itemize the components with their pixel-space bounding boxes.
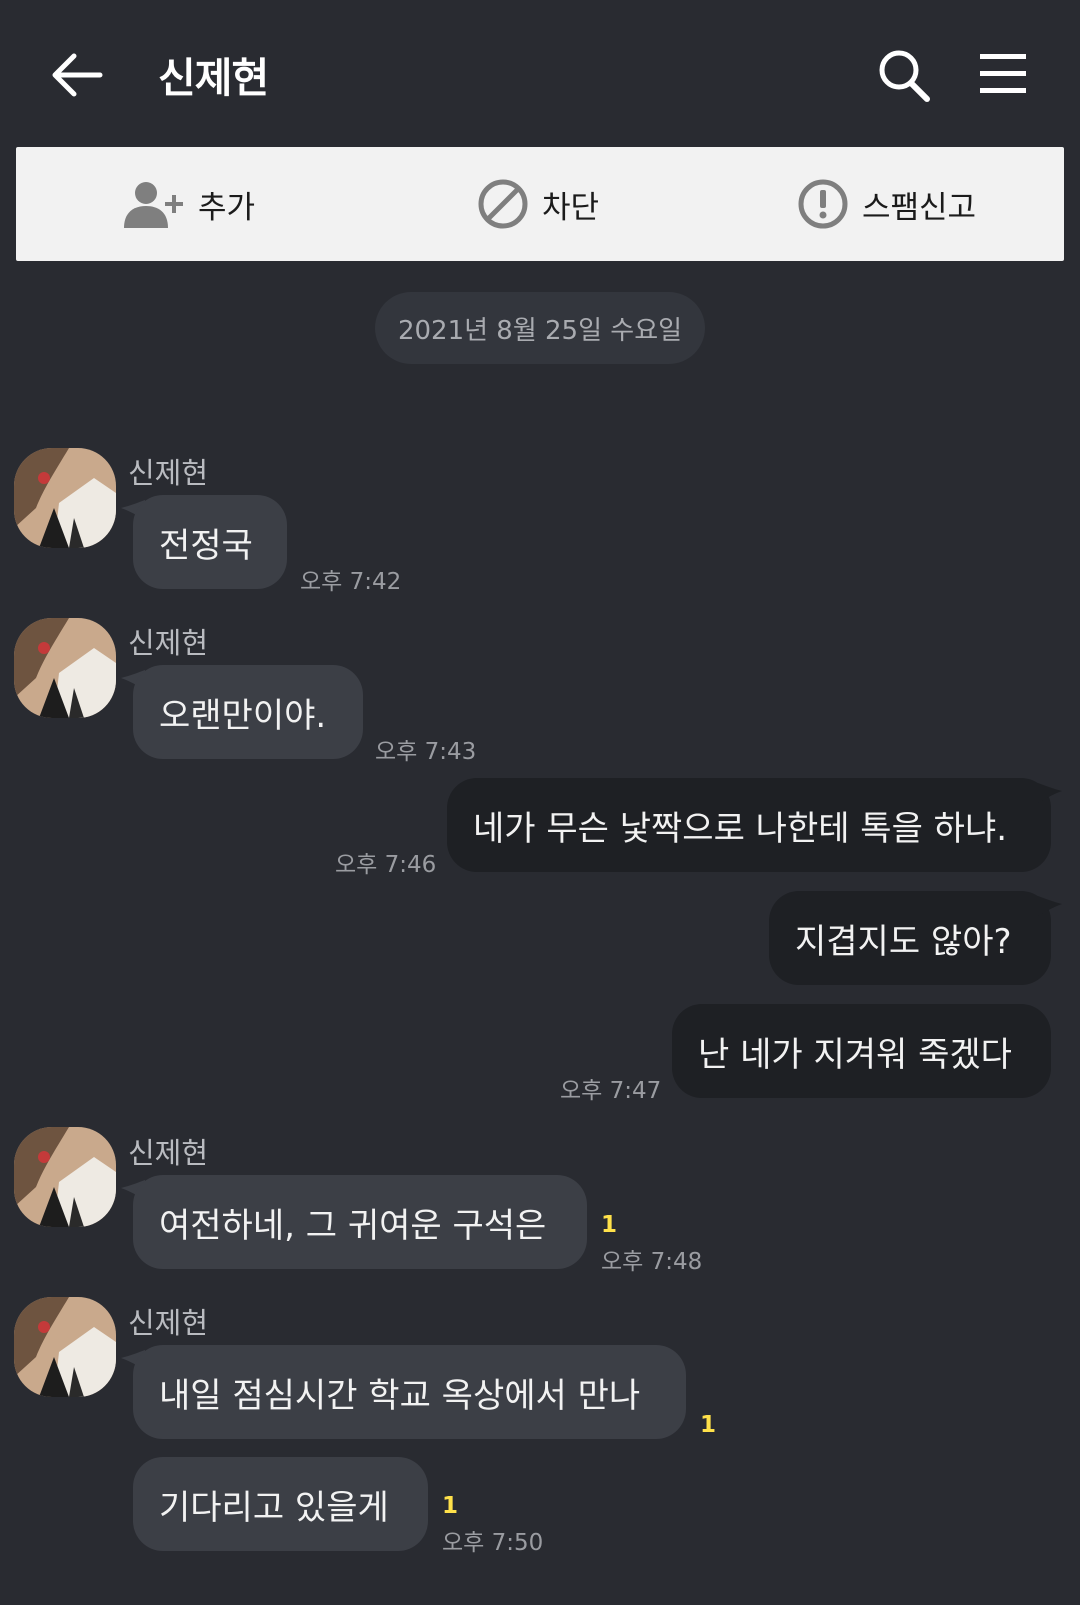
unread-count: 1: [700, 1412, 717, 1438]
arrow-left-icon: [52, 53, 103, 97]
bubble-tail: [1038, 783, 1062, 803]
message-bubble[interactable]: 지겹지도 않아?: [769, 891, 1051, 985]
sender-name: 신제현: [128, 626, 209, 660]
block-button[interactable]: 차단: [476, 147, 599, 261]
add-user-icon: [124, 182, 183, 228]
sender-avatar[interactable]: [14, 1297, 116, 1397]
bubble-tail: [1038, 896, 1062, 916]
menu-button[interactable]: [980, 52, 1028, 96]
sender-avatar[interactable]: [14, 618, 116, 718]
message-bubble[interactable]: 오랜만이야.: [133, 665, 363, 759]
friend-action-bar: 추가 차단 스팸신고: [16, 147, 1064, 261]
unread-count: 1: [601, 1212, 618, 1238]
chat-title: 신제현: [158, 54, 269, 102]
search-button[interactable]: [876, 48, 932, 104]
message-bubble[interactable]: 난 네가 지겨워 죽겠다: [672, 1004, 1051, 1098]
message-bubble[interactable]: 네가 무슨 낯짝으로 나한테 톡을 하냐.: [447, 778, 1051, 872]
sender-avatar[interactable]: [14, 448, 116, 548]
profile-photo: [14, 448, 116, 548]
sender-name: 신제현: [128, 456, 209, 490]
profile-photo: [14, 1127, 116, 1227]
warning-icon: [798, 179, 848, 229]
message-time: 오후 7:46: [335, 852, 437, 878]
profile-photo: [14, 1297, 116, 1397]
profile-photo: [14, 618, 116, 718]
report-spam-button[interactable]: 스팸신고: [796, 147, 976, 261]
message-bubble[interactable]: 기다리고 있을게: [133, 1457, 428, 1551]
sender-name: 신제현: [128, 1306, 209, 1340]
report-spam-label: 스팸신고: [862, 189, 977, 226]
message-time: 오후 7:50: [442, 1530, 544, 1556]
unread-count: 1: [442, 1493, 459, 1519]
block-icon: [478, 179, 528, 229]
back-button[interactable]: [50, 50, 104, 100]
message-bubble[interactable]: 전정국: [133, 495, 287, 589]
message-bubble[interactable]: 내일 점심시간 학교 옥상에서 만나: [133, 1345, 686, 1439]
add-friend-button[interactable]: 추가: [122, 147, 255, 261]
sender-avatar[interactable]: [14, 1127, 116, 1227]
sender-name: 신제현: [128, 1136, 209, 1170]
message-time: 오후 7:43: [375, 739, 477, 765]
date-divider: 2021년 8월 25일 수요일: [375, 292, 705, 364]
block-label: 차단: [542, 189, 600, 226]
message-time: 오후 7:48: [601, 1249, 703, 1275]
message-time: 오후 7:42: [300, 569, 402, 595]
message-bubble[interactable]: 여전하네, 그 귀여운 구석은: [133, 1175, 587, 1269]
message-time: 오후 7:47: [560, 1078, 662, 1104]
add-friend-label: 추가: [198, 189, 256, 226]
hamburger-menu-icon: [980, 54, 1026, 93]
search-icon: [879, 50, 930, 102]
